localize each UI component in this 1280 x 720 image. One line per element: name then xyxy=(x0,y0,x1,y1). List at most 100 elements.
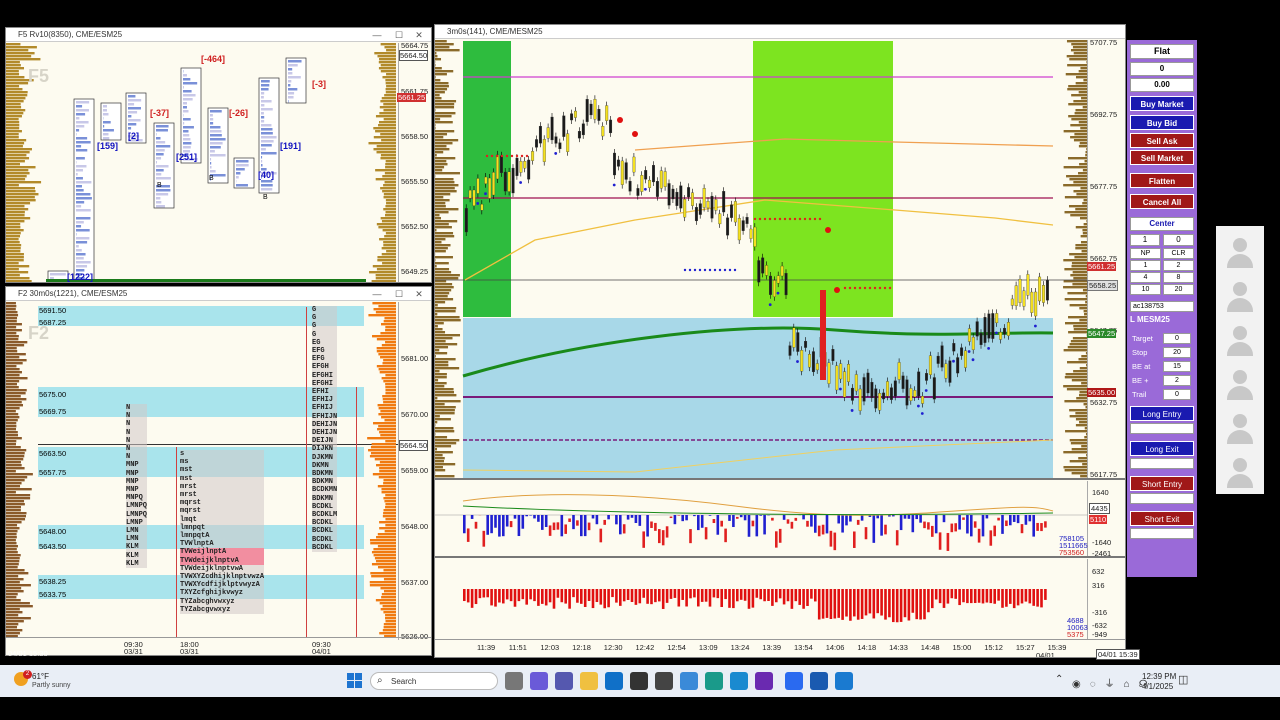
outlook-icon[interactable] xyxy=(605,672,623,690)
tray-chevron-icon[interactable]: ⌃ xyxy=(1055,674,1063,685)
close-icon[interactable]: ✕ xyxy=(409,287,429,301)
qty-preset-8[interactable]: 8 xyxy=(1163,272,1194,283)
volume-bar xyxy=(376,338,396,341)
long-entry-select[interactable] xyxy=(1130,423,1194,434)
photos-icon[interactable] xyxy=(705,672,723,690)
delta-bar xyxy=(954,523,957,532)
window-main-titlebar[interactable]: 3m0s(141), CME/MESM25 xyxy=(435,25,1125,39)
target-input[interactable]: 0 xyxy=(1163,333,1191,344)
volume-bar xyxy=(802,589,805,609)
tpo-row: MNP xyxy=(126,461,148,470)
candle-body xyxy=(1003,327,1006,335)
volume-bar xyxy=(1069,460,1087,463)
center-button[interactable]: Center xyxy=(1130,217,1194,231)
candle-body xyxy=(839,363,843,380)
short-entry-select[interactable] xyxy=(1130,493,1194,504)
volume-bar xyxy=(1067,361,1087,364)
volume-bar xyxy=(380,332,396,335)
be-at-input[interactable]: 15 xyxy=(1163,361,1191,372)
app-icon[interactable] xyxy=(655,672,673,690)
qty-input[interactable]: 1 xyxy=(1130,234,1160,246)
copilot-icon[interactable] xyxy=(530,672,548,690)
tpo-row: N xyxy=(126,445,148,454)
footprint-cell xyxy=(76,237,90,240)
short-exit-select[interactable] xyxy=(1130,528,1194,539)
window-f5[interactable]: F5 Rv10(8350), CME/ESM25 — ☐ ✕ F5 5664.7… xyxy=(5,27,432,283)
tpo-row: lmnpqt xyxy=(180,523,265,533)
notification-bell-icon[interactable]: ◫ xyxy=(1178,673,1188,686)
tpo-row: DKMN xyxy=(312,461,338,471)
candle-body xyxy=(800,350,804,372)
start-icon[interactable] xyxy=(347,673,362,688)
copilot-app-icon[interactable] xyxy=(680,672,698,690)
delta-label: [-3] xyxy=(312,79,326,89)
long-entry-button[interactable]: Long Entry xyxy=(1130,406,1194,421)
zoom-icon[interactable] xyxy=(785,672,803,690)
cancel-all-button[interactable]: Cancel All xyxy=(1130,194,1194,209)
qty-preset-4[interactable]: 4 xyxy=(1130,272,1161,283)
volume-bar xyxy=(382,629,396,632)
qty-preset-10[interactable]: 10 xyxy=(1130,284,1161,295)
time-label: 13:24 xyxy=(730,643,750,652)
sell-ask-button[interactable]: Sell Ask xyxy=(1130,133,1194,148)
stop-input[interactable]: 20 xyxy=(1163,347,1191,358)
window-f2[interactable]: F2 30m0s(1221), CME/ESM25 — ☐ ✕ F2 5691.… xyxy=(5,286,432,656)
minimize-icon[interactable]: — xyxy=(367,28,387,42)
account-select[interactable]: ac138753 xyxy=(1130,301,1194,312)
volume-bar xyxy=(1069,304,1087,307)
np-button[interactable]: NP xyxy=(1130,248,1161,259)
qty-b-input[interactable]: 0 xyxy=(1163,234,1194,246)
minimize-icon[interactable]: — xyxy=(367,287,387,301)
candle-body xyxy=(468,189,472,199)
buy-market-button[interactable]: Buy Market xyxy=(1130,96,1194,111)
tpo-row: N xyxy=(126,404,148,413)
tpo-row: EFGHI xyxy=(312,371,338,380)
clock-time[interactable]: 12:39 PM xyxy=(1142,672,1176,681)
long-exit-button[interactable]: Long Exit xyxy=(1130,441,1194,456)
delta-bar xyxy=(615,515,618,525)
buy-bid-button[interactable]: Buy Bid xyxy=(1130,115,1194,130)
teams-icon[interactable] xyxy=(555,672,573,690)
volume-bar xyxy=(435,112,456,115)
candle-body xyxy=(503,171,507,192)
chatgpt-icon[interactable] xyxy=(630,672,648,690)
volume-bar xyxy=(934,589,938,600)
candle-body xyxy=(905,379,909,406)
qty-preset-2[interactable]: 2 xyxy=(1163,260,1194,271)
clock-date[interactable]: 4/1/2025 xyxy=(1142,682,1173,691)
close-icon[interactable]: ✕ xyxy=(409,28,429,42)
clr-button[interactable]: CLR xyxy=(1163,248,1194,259)
candle-body xyxy=(546,127,550,139)
level-dot xyxy=(868,286,872,290)
visual-studio-icon[interactable] xyxy=(755,672,773,690)
footprint-cell xyxy=(76,205,82,208)
footprint-cell xyxy=(261,80,270,83)
be-plus-input[interactable]: 2 xyxy=(1163,375,1191,386)
sell-market-button[interactable]: Sell Market xyxy=(1130,150,1194,165)
flatten-button[interactable]: Flatten xyxy=(1130,173,1194,188)
trail-input[interactable]: 0 xyxy=(1163,389,1191,400)
edge-icon[interactable] xyxy=(730,672,748,690)
qty-preset-1[interactable]: 1 xyxy=(1130,260,1161,271)
search-box[interactable]: ⌕ Search xyxy=(370,672,498,690)
volume-bar xyxy=(1080,67,1087,70)
volume-bar xyxy=(435,184,459,187)
volume-bar xyxy=(1074,133,1087,136)
long-exit-select[interactable] xyxy=(1130,458,1194,469)
volume-bar xyxy=(6,302,16,305)
short-entry-button[interactable]: Short Entry xyxy=(1130,476,1194,491)
tpo-row: EFG xyxy=(312,355,338,364)
window-icon[interactable] xyxy=(810,672,828,690)
qty-preset-20[interactable]: 20 xyxy=(1163,284,1194,295)
maximize-icon[interactable]: ☐ xyxy=(389,287,409,301)
tpo-row: BDKMN xyxy=(312,470,338,479)
candle-body xyxy=(730,204,733,218)
file-explorer-icon[interactable] xyxy=(580,672,598,690)
short-exit-button[interactable]: Short Exit xyxy=(1130,511,1194,526)
maximize-icon[interactable]: ☐ xyxy=(389,28,409,42)
task-view-icon[interactable] xyxy=(505,672,523,690)
chart-app-icon[interactable] xyxy=(835,672,853,690)
window-main-chart[interactable]: 3m0s(141), CME/MESM25 5707.75 5692.75 56… xyxy=(434,24,1126,658)
volume-bar xyxy=(1073,181,1087,184)
volume-bar xyxy=(6,476,28,479)
